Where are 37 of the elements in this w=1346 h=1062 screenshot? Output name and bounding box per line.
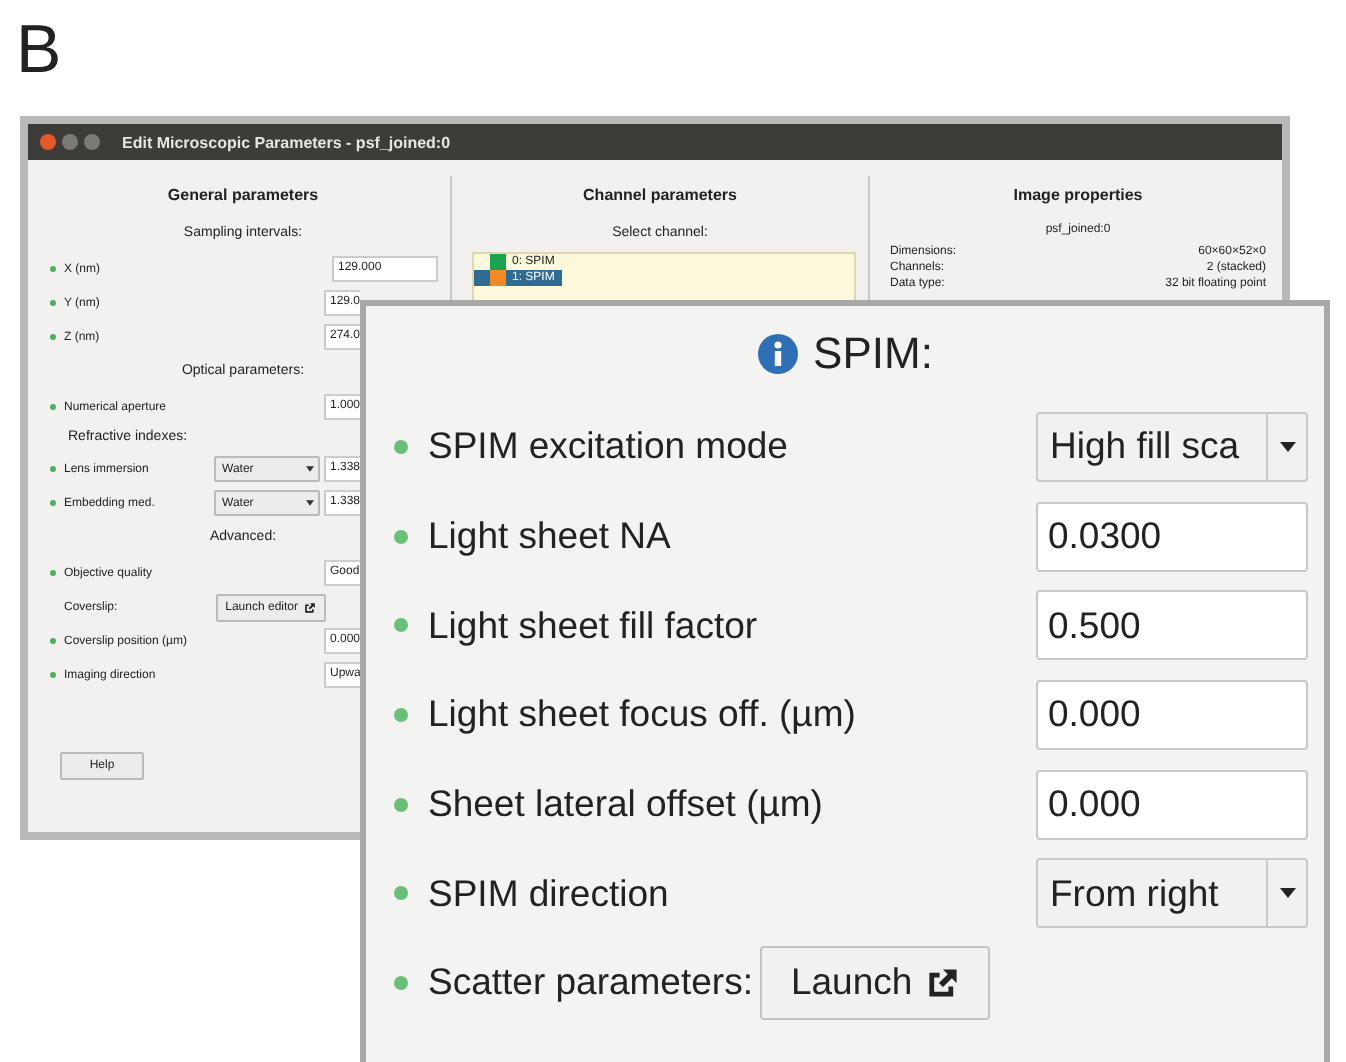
input-field[interactable]: 0.500 bbox=[1036, 590, 1308, 661]
status-dot bbox=[394, 529, 408, 544]
input-field[interactable]: 0.000 bbox=[1036, 769, 1308, 840]
caret-icon bbox=[306, 466, 314, 472]
input-field[interactable]: 0.000 bbox=[1036, 679, 1308, 750]
figure-label: B bbox=[16, 16, 62, 84]
parameter-label: Light sheet NA bbox=[428, 514, 671, 559]
caret-icon bbox=[1279, 888, 1295, 899]
status-dot bbox=[394, 797, 408, 812]
parameter-label: Scatter parameters: bbox=[428, 960, 753, 1005]
parameter-label: Light sheet fill factor bbox=[428, 603, 758, 648]
column-title: Channel parameters bbox=[581, 184, 739, 208]
maximize-button[interactable] bbox=[84, 134, 100, 150]
status-dot bbox=[394, 439, 408, 454]
launch-button[interactable]: Launch bbox=[760, 945, 991, 1020]
parameter-label: SPIM direction bbox=[428, 871, 669, 916]
close-button[interactable] bbox=[40, 134, 56, 150]
input-field[interactable]: 0.0300 bbox=[1036, 501, 1308, 572]
minimize-button[interactable] bbox=[62, 134, 78, 150]
status-dot bbox=[394, 707, 408, 722]
column-title: General parameters bbox=[165, 184, 321, 208]
external-link-icon bbox=[304, 601, 316, 613]
parameter-label: Sheet lateral offset (µm) bbox=[428, 782, 823, 827]
column-title: Image properties bbox=[1011, 184, 1145, 208]
status-dot bbox=[394, 886, 408, 901]
caret-icon bbox=[306, 500, 314, 506]
external-link-icon bbox=[926, 965, 961, 1000]
parameter-label: SPIM excitation mode bbox=[428, 424, 788, 469]
status-dot bbox=[394, 975, 408, 990]
info-icon bbox=[757, 334, 798, 374]
panel-title: SPIM: bbox=[813, 328, 933, 380]
dropdown[interactable]: From right bbox=[1036, 858, 1308, 929]
caret-icon bbox=[1279, 441, 1295, 452]
window-title: Edit Microscopic Parameters - psf_joined:0 bbox=[122, 133, 451, 151]
dropdown[interactable]: High fill sca bbox=[1036, 411, 1308, 482]
parameter-label: Light sheet focus off. (µm) bbox=[428, 692, 856, 737]
status-dot bbox=[394, 618, 408, 633]
